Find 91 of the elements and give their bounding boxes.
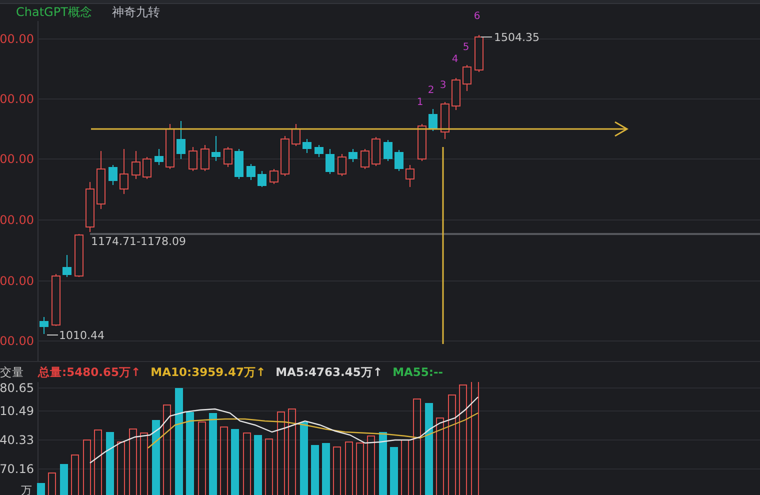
- candlestick: [166, 124, 174, 170]
- leader-line: [480, 36, 492, 38]
- candlestick: [394, 150, 404, 172]
- candlestick: [360, 148, 370, 170]
- candlestick: [246, 164, 256, 181]
- candlestick: [224, 146, 232, 168]
- volume-bar: [140, 432, 148, 495]
- count-label: 3: [440, 80, 446, 92]
- candlestick: [452, 78, 460, 111]
- volume-bar: [345, 442, 353, 495]
- price-axis-label: 00.00: [0, 213, 34, 228]
- volume-bar: [379, 432, 387, 495]
- volume-bar: [71, 454, 79, 495]
- candlestick: [384, 140, 392, 162]
- candlestick: [142, 156, 152, 180]
- volume-bar: [367, 436, 375, 495]
- volume-bar: [48, 472, 56, 495]
- candlestick: [212, 136, 220, 162]
- volume-bar: [231, 429, 239, 495]
- candlestick: [176, 120, 186, 160]
- candlestick: [348, 148, 358, 163]
- candlestick: [440, 102, 450, 140]
- candlestick: [74, 234, 84, 278]
- candlestick: [188, 146, 198, 172]
- concept-tag[interactable]: 神奇九转: [112, 4, 160, 22]
- candlestick: [292, 124, 300, 147]
- candlestick: [474, 34, 484, 73]
- concept-tag[interactable]: ChatGPT概念: [16, 4, 92, 22]
- candlestick: [270, 168, 278, 185]
- volume-bar: [60, 464, 68, 495]
- volume-bar: [401, 440, 409, 495]
- candlestick: [280, 136, 290, 177]
- volume-bar: [117, 442, 125, 495]
- candlestick: [96, 150, 106, 210]
- candlestick: [62, 254, 72, 278]
- volume-bar: [356, 442, 364, 495]
- candlestick: [258, 170, 266, 188]
- volume-bar: [311, 445, 319, 495]
- volume-bar: [106, 432, 114, 495]
- candlestick: [108, 164, 118, 186]
- price-axis-label: 00.00: [0, 32, 34, 46]
- price-axis-label: 00.00: [0, 334, 34, 348]
- volume-bar: [322, 443, 330, 495]
- candlestick: [372, 136, 380, 167]
- candlestick: [234, 148, 244, 180]
- volume-axis-label: 70.16: [0, 462, 34, 476]
- candlestick: [154, 148, 164, 166]
- candlestick: [40, 316, 48, 335]
- candlestick: [120, 148, 128, 195]
- price-axis-label: 00.00: [0, 274, 34, 288]
- volume-bar: [254, 435, 262, 495]
- volume-title: 交量: [0, 364, 25, 380]
- volume-stat: MA10:3959.47万↑: [150, 364, 266, 380]
- leader-line: [46, 334, 58, 336]
- price-axis-label: 00.00: [0, 92, 34, 106]
- candlestick: [428, 108, 438, 132]
- candlestick: [52, 274, 60, 327]
- volume-axis-label: 10.49: [0, 404, 34, 418]
- candlestick: [326, 148, 334, 175]
- count-label: 5: [462, 42, 470, 54]
- count-label: 1: [416, 97, 424, 108]
- volume-axis-label: 80.65: [0, 382, 34, 395]
- candlestick: [86, 182, 94, 233]
- volume-stat: MA5:4763.45万↑: [276, 364, 383, 380]
- range-label: 1174.71-1178.09: [91, 235, 186, 248]
- volume-bar: [94, 430, 102, 495]
- low-price-label: 1010.44: [59, 329, 104, 342]
- candlestick: [302, 138, 312, 154]
- candlestick: [132, 150, 140, 180]
- volume-bar: [333, 446, 341, 495]
- count-label: 6: [474, 11, 480, 22]
- candlestick: [200, 144, 210, 172]
- volume-bar: [37, 483, 45, 495]
- candlestick: [338, 154, 346, 177]
- price-axis-label: 00.00: [0, 152, 34, 166]
- volume-axis-label: 40.33: [0, 433, 34, 447]
- high-price-label: 1504.35: [494, 31, 540, 44]
- candlestick: [418, 124, 426, 162]
- candlestick: [314, 144, 324, 158]
- volume-stat: MA55:--: [392, 365, 444, 380]
- volume-stat: 总量:5480.65万↑: [38, 364, 141, 380]
- count-label: 2: [428, 85, 434, 96]
- volume-bar: [243, 432, 251, 495]
- volume-bar: [83, 440, 91, 495]
- candlestick: [462, 64, 472, 92]
- volume-bar: [390, 447, 398, 495]
- volume-bar: [129, 428, 137, 495]
- volume-bar: [220, 426, 228, 495]
- volume-bar: [265, 438, 273, 495]
- count-label: 4: [452, 54, 458, 66]
- candlestick: [406, 164, 414, 188]
